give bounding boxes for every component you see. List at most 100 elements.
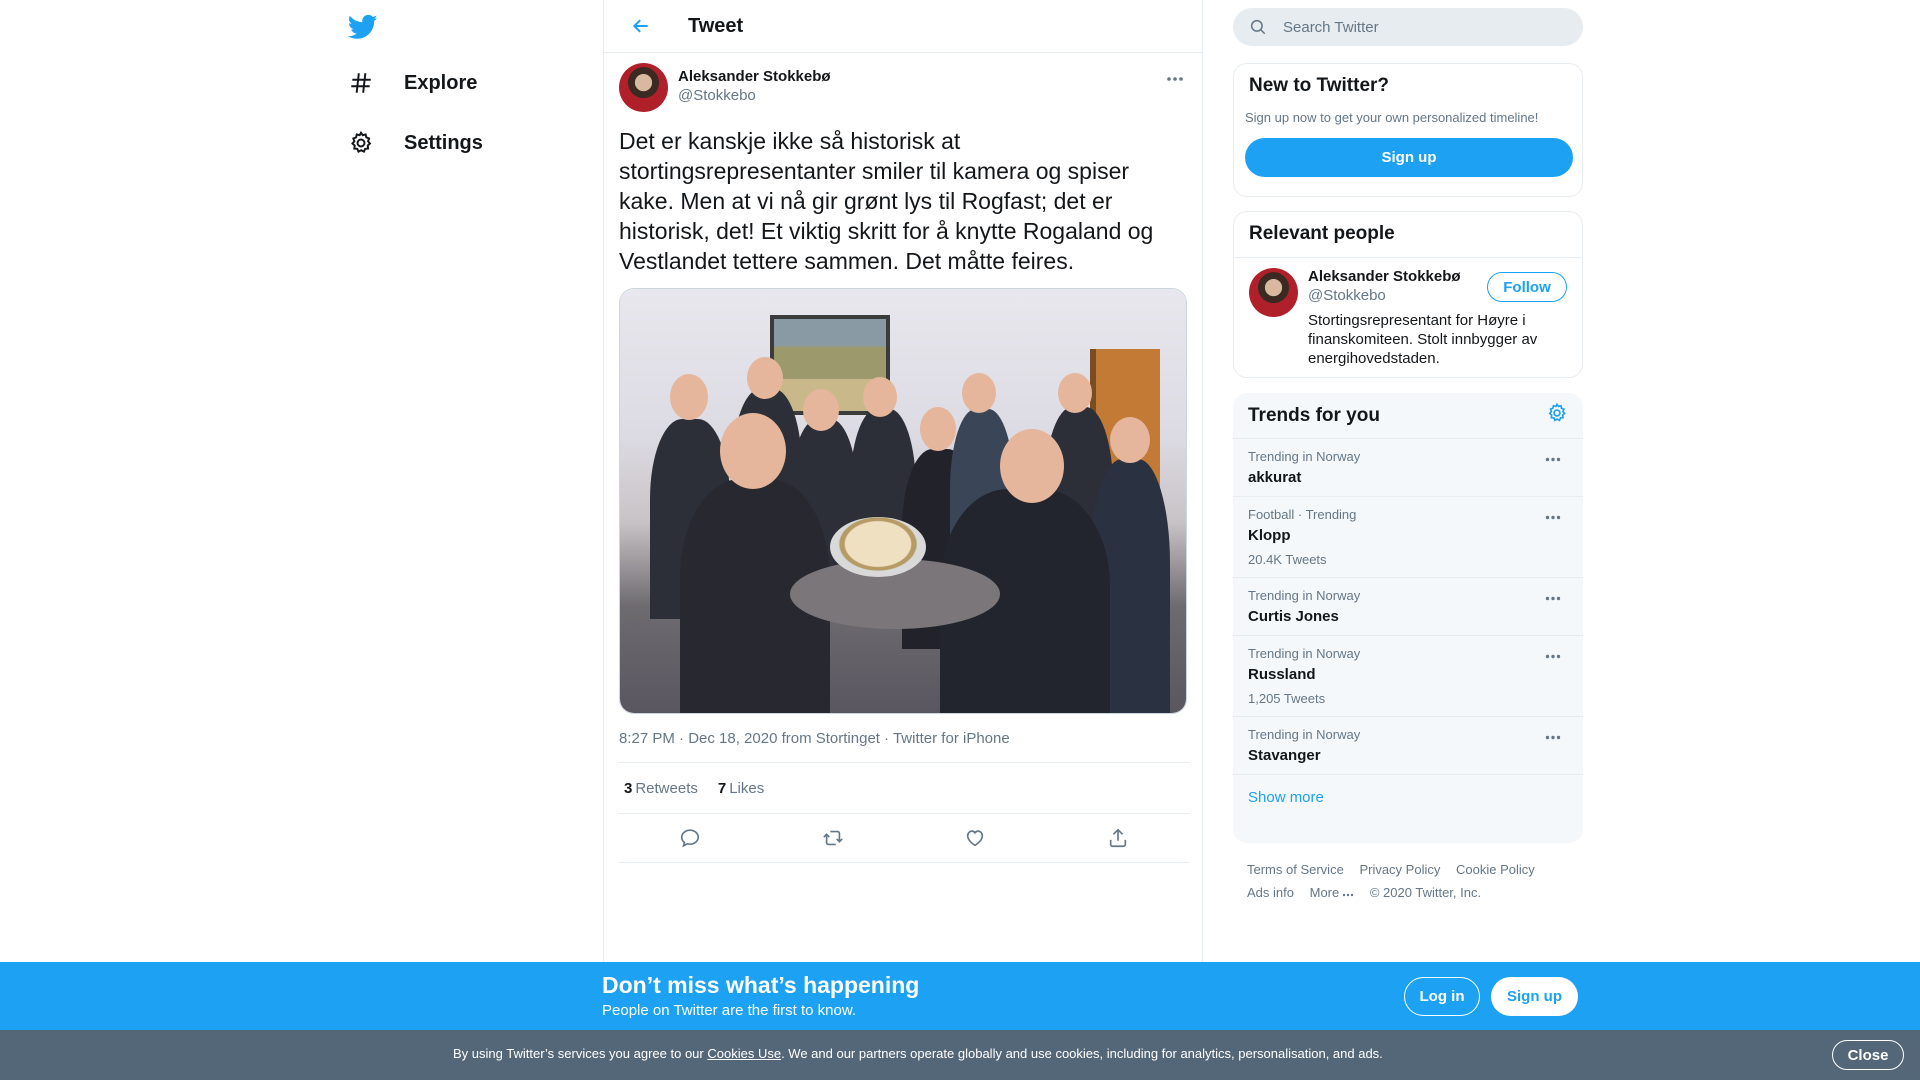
tweet-actions (619, 814, 1189, 863)
tweet-timestamp-row: 8:27 PM · Dec 18, 2020 from Stortinget · T… (619, 730, 1189, 763)
trends-title: Trends for you (1248, 404, 1380, 426)
trend-item[interactable]: Trending in Norway Russland 1,205 Tweets (1233, 636, 1583, 717)
page-title: Tweet (688, 14, 744, 37)
privacy-link[interactable]: Privacy Policy (1359, 862, 1440, 877)
tweet-author[interactable]: Aleksander Stokkebø @Stokkebo (678, 68, 831, 104)
trend-name: Curtis Jones (1248, 608, 1339, 625)
hashtag-icon (346, 68, 376, 98)
trend-item[interactable]: Trending in Norway akkurat (1233, 439, 1583, 497)
banner-sign-up-button[interactable]: Sign up (1491, 977, 1578, 1016)
trend-meta: Trending in Norway (1248, 727, 1361, 742)
new-to-twitter-subtitle: Sign up now to get your own personalized… (1245, 110, 1539, 125)
reply-button[interactable] (672, 820, 708, 856)
tweet-timestamp[interactable]: 8:27 PM · Dec 18, 2020 from Stortinget (619, 730, 880, 747)
sign-up-button[interactable]: Sign up (1245, 138, 1573, 177)
nav-explore[interactable]: Explore (346, 68, 477, 98)
avatar[interactable] (1249, 268, 1298, 317)
more-dots-icon (1167, 77, 1183, 81)
trends-card: Trends for you Trending in Norway akkura… (1233, 393, 1583, 843)
trend-meta: Trending in Norway (1248, 646, 1361, 661)
back-button[interactable] (624, 9, 658, 43)
more-dots-icon (1343, 893, 1354, 897)
photo-person-head (803, 389, 839, 431)
more-dots-icon (1545, 457, 1561, 461)
cookie-text-before: By using Twitter’s services you agree to… (453, 1046, 708, 1061)
share-button[interactable] (1100, 820, 1136, 856)
more-dots-icon (1545, 735, 1561, 739)
trend-more-button[interactable] (1543, 729, 1563, 745)
photo-person-head (863, 377, 897, 417)
terms-link[interactable]: Terms of Service (1247, 862, 1344, 877)
show-more-link[interactable]: Show more (1233, 775, 1583, 820)
cookie-bar: By using Twitter’s services you agree to… (0, 1030, 1920, 1080)
photo-person-head (670, 374, 708, 420)
trend-more-button[interactable] (1543, 451, 1563, 467)
relevant-person[interactable]: Aleksander Stokkebø @Stokkebo Stortingsr… (1234, 258, 1582, 377)
more-dots-icon (1545, 654, 1561, 658)
tweet-text: Det er kanskje ikke så historisk at stor… (619, 128, 1154, 274)
follow-button[interactable]: Follow (1487, 272, 1567, 302)
log-in-button[interactable]: Log in (1404, 977, 1480, 1016)
footer-links: Terms of Service Privacy Policy Cookie P… (1247, 858, 1577, 904)
main-header: Tweet (604, 0, 1202, 53)
main-column: Tweet Aleksander Stokkebø @Stokkebo Det … (603, 0, 1203, 962)
cookie-text-after: . We and our partners operate globally a… (781, 1046, 1383, 1061)
trend-name: akkurat (1248, 469, 1302, 486)
nav-settings[interactable]: Settings (346, 128, 483, 158)
twitter-logo-icon[interactable] (346, 12, 380, 42)
cookie-policy-link[interactable]: Cookie Policy (1456, 862, 1535, 877)
retweet-count: 3 (624, 779, 633, 797)
more-dots-icon (1545, 596, 1561, 600)
photo-person-head (920, 407, 956, 451)
trend-more-button[interactable] (1543, 509, 1563, 525)
trend-more-button[interactable] (1543, 590, 1563, 606)
close-button[interactable]: Close (1832, 1040, 1904, 1070)
trends-settings-button[interactable] (1546, 402, 1568, 429)
tweet-source[interactable]: Twitter for iPhone (893, 730, 1010, 747)
tweet-photo[interactable] (619, 288, 1187, 714)
trend-item[interactable]: Trending in Norway Stavanger (1233, 717, 1583, 775)
gear-icon (1548, 402, 1566, 422)
reply-icon (681, 829, 700, 848)
like-count: 7 (717, 779, 727, 797)
author-handle[interactable]: @Stokkebo (678, 87, 831, 104)
retweets-stat[interactable]: 3 Retweets (624, 780, 698, 797)
trend-item[interactable]: Trending in Norway Curtis Jones (1233, 578, 1583, 636)
retweet-button[interactable] (815, 820, 851, 856)
arrow-left-icon (632, 19, 648, 33)
ads-info-link[interactable]: Ads info (1247, 885, 1294, 900)
author-name[interactable]: Aleksander Stokkebø (678, 68, 831, 85)
banner-subtitle: People on Twitter are the first to know. (602, 1002, 857, 1019)
heart-icon (967, 830, 984, 847)
photo-person-head (1000, 429, 1064, 503)
photo-person-head (747, 357, 783, 399)
relevant-people-card: Relevant people Aleksander Stokkebø @Sto… (1233, 211, 1583, 378)
more-link-label: More (1309, 885, 1340, 900)
tweet: Aleksander Stokkebø @Stokkebo Det er kan… (604, 53, 1202, 863)
signup-banner: Don’t miss what’s happening People on Tw… (0, 962, 1920, 1030)
trend-name: Russland (1248, 666, 1316, 683)
likes-stat[interactable]: 7 Likes (718, 780, 764, 797)
tweet-header: Aleksander Stokkebø @Stokkebo (619, 63, 1187, 112)
search-input[interactable] (1283, 18, 1563, 36)
photo-cake (830, 517, 926, 577)
nav-settings-label: Settings (404, 131, 483, 154)
cookies-use-link[interactable]: Cookies Use (707, 1046, 781, 1061)
trend-more-button[interactable] (1543, 648, 1563, 664)
relevant-people-header: Relevant people (1234, 212, 1582, 258)
search-box[interactable] (1233, 8, 1583, 46)
more-options-button[interactable] (1163, 69, 1187, 89)
more-dots-icon (1545, 515, 1561, 519)
trend-meta: Trending in Norway (1248, 588, 1361, 603)
photo-person-head (1058, 373, 1092, 413)
avatar[interactable] (619, 63, 668, 112)
retweet-label: Retweets (635, 779, 698, 797)
gear-icon (346, 128, 376, 158)
trend-item[interactable]: Football · Trending Klopp 20.4K Tweets (1233, 497, 1583, 578)
trend-name: Stavanger (1248, 747, 1321, 764)
more-link[interactable]: More (1310, 885, 1355, 900)
tweet-stats: 3 Retweets 7 Likes (619, 763, 1189, 814)
like-button[interactable] (957, 820, 993, 856)
copyright-text: © 2020 Twitter, Inc. (1369, 885, 1482, 900)
banner-title: Don’t miss what’s happening (602, 972, 920, 998)
